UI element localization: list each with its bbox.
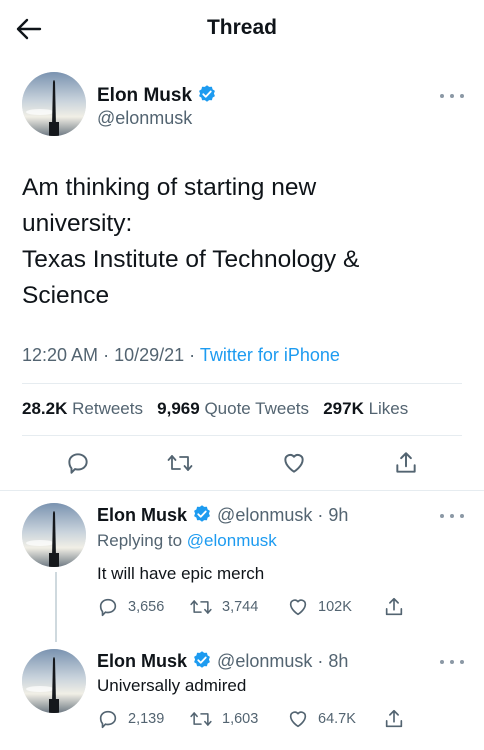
replying-to: Replying to @elonmusk <box>97 531 277 550</box>
share-icon <box>385 597 403 616</box>
author-name[interactable]: Elon Musk <box>97 84 217 107</box>
reply-text: It will have epic merch <box>97 564 265 583</box>
likes-stat[interactable]: 297K Likes <box>323 399 408 418</box>
reply-author[interactable]: Elon Musk @elonmusk · 9h <box>97 504 348 526</box>
retweet-icon[interactable] <box>164 447 196 479</box>
reply-actions: 2,139 1,603 64.7K <box>97 708 477 732</box>
like-icon[interactable] <box>278 447 310 479</box>
retweet-icon <box>190 600 212 614</box>
reply-icon[interactable] <box>62 447 94 479</box>
reply-handle: @elonmusk <box>217 505 313 525</box>
tweet-stats: 28.2K Retweets 9,969 Quote Tweets 297K L… <box>22 399 408 419</box>
reply-author[interactable]: Elon Musk @elonmusk · 8h <box>97 650 348 672</box>
divider <box>22 435 462 436</box>
more-icon[interactable] <box>440 90 464 102</box>
tweet-meta: 12:20 AM · 10/29/21 · Twitter for iPhone <box>22 345 340 366</box>
verified-icon <box>199 85 216 102</box>
retweet-button[interactable]: 3,744 <box>189 596 258 618</box>
avatar[interactable] <box>22 649 86 713</box>
tweet-source[interactable]: Twitter for iPhone <box>200 345 340 365</box>
like-button[interactable]: 64.7K <box>287 708 356 730</box>
reply-icon <box>99 710 117 729</box>
retweets-stat[interactable]: 28.2K Retweets <box>22 399 143 418</box>
reply-text: Universally admired <box>97 676 247 695</box>
divider <box>22 383 462 384</box>
share-icon[interactable] <box>390 447 422 479</box>
tweet-date[interactable]: 10/29/21 <box>114 345 184 365</box>
meta-separator: · <box>189 345 200 365</box>
top-bar: Thread <box>0 0 484 58</box>
retweet-button[interactable]: 1,603 <box>189 708 258 730</box>
time-separator: · <box>312 651 329 671</box>
reply-button[interactable]: 3,656 <box>97 596 164 618</box>
reply-icon <box>99 598 117 617</box>
quote-tweets-stat[interactable]: 9,969 Quote Tweets <box>157 399 309 418</box>
verified-icon <box>194 505 210 522</box>
reply-age: 9h <box>328 505 349 525</box>
like-icon <box>289 711 307 728</box>
reply-handle: @elonmusk <box>217 651 313 671</box>
replying-mention[interactable]: @elonmusk <box>187 531 277 550</box>
meta-separator: · <box>103 345 115 365</box>
reply-actions: 3,656 3,744 102K <box>97 596 477 620</box>
avatar[interactable] <box>22 72 86 136</box>
tweet-time[interactable]: 12:20 AM <box>22 345 98 365</box>
reply-age: 8h <box>328 651 349 671</box>
author-handle[interactable]: @elonmusk <box>97 108 192 129</box>
avatar[interactable] <box>22 503 86 567</box>
tweet-text: Am thinking of starting new university: … <box>22 174 360 309</box>
like-icon <box>289 599 307 616</box>
reply-button[interactable]: 2,139 <box>97 708 164 730</box>
share-button[interactable] <box>383 596 414 618</box>
share-icon <box>385 709 403 728</box>
tweet-actions <box>0 447 484 483</box>
time-separator: · <box>312 505 329 525</box>
page-title: Thread <box>206 16 277 39</box>
verified-icon <box>194 651 210 668</box>
share-button[interactable] <box>383 708 414 730</box>
retweet-icon <box>190 712 212 726</box>
thread-connector <box>55 572 57 642</box>
more-icon[interactable] <box>440 510 464 522</box>
like-button[interactable]: 102K <box>287 596 352 618</box>
divider <box>0 490 484 491</box>
more-icon[interactable] <box>440 656 464 668</box>
